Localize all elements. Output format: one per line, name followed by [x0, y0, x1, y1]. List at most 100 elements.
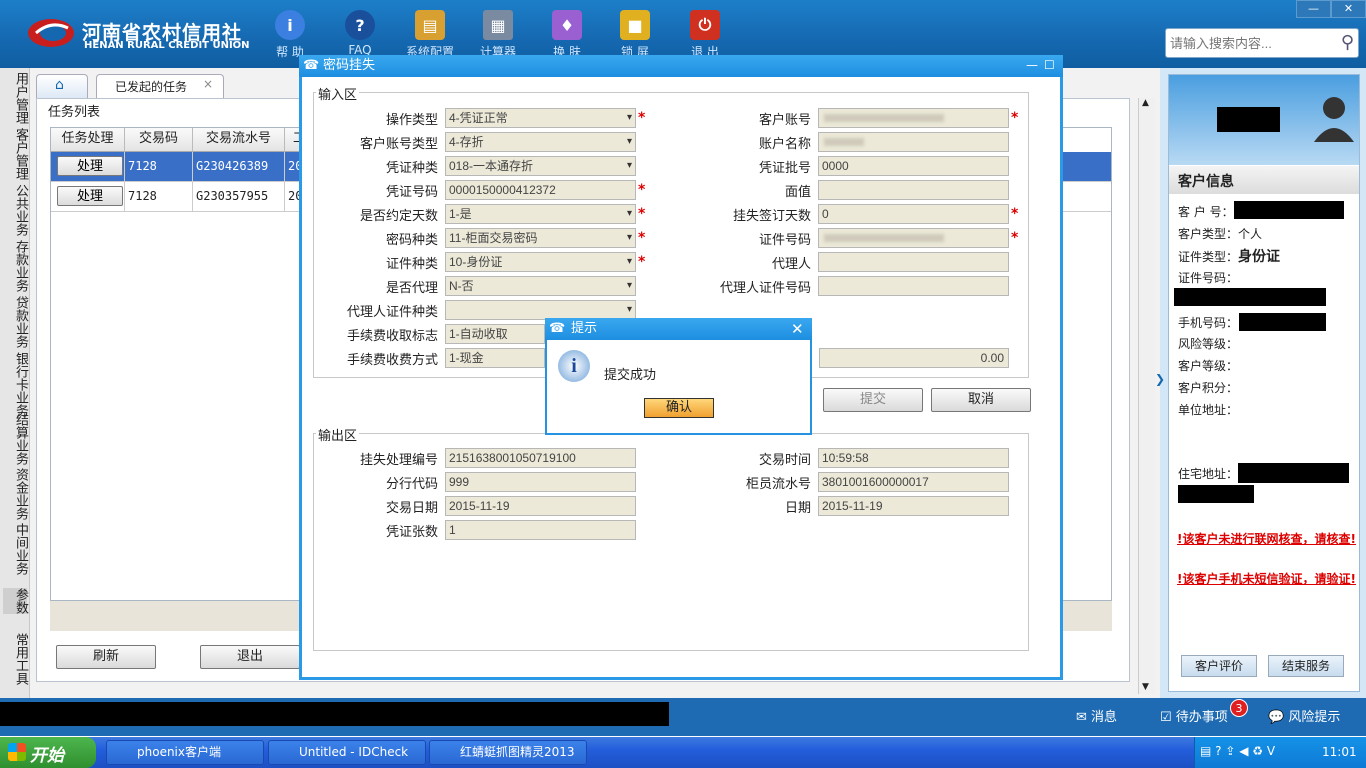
required-marker: *: [638, 206, 646, 222]
nav-deposit[interactable]: 存款业务: [3, 240, 28, 292]
toolbar-faq[interactable]: ? FAQ: [330, 8, 390, 57]
select-field[interactable]: 4-凭证正常: [445, 108, 636, 128]
ok-button[interactable]: 确认: [644, 398, 714, 418]
blurred-value: [824, 114, 944, 122]
logo-subtitle: HENAN RURAL CREDIT UNION: [84, 40, 250, 51]
search-icon[interactable]: ⚲: [1341, 32, 1354, 53]
windows-logo-icon: [8, 743, 26, 761]
tab-close-icon[interactable]: ×: [203, 77, 213, 91]
toolbar-settings[interactable]: ▤ 系统配置: [400, 8, 460, 60]
warning-link-sms[interactable]: !该客户手机未短信验证，请验证!: [1177, 570, 1357, 588]
nav-customer-mgmt[interactable]: 客户管理: [3, 128, 28, 180]
field-label: 挂失签订天数: [732, 209, 811, 224]
lock-icon: ■: [620, 10, 650, 40]
nav-intermediate[interactable]: 中间业务: [3, 523, 28, 575]
tab-initiated-tasks[interactable]: 已发起的任务 ×: [96, 74, 224, 98]
text-field[interactable]: [818, 180, 1009, 200]
tip-title: 提示: [545, 318, 812, 340]
window-controls: — ✕: [1296, 0, 1366, 18]
blurred-value: [824, 138, 864, 146]
exit-button[interactable]: 退出: [200, 645, 300, 669]
output-value: 1: [445, 520, 636, 540]
end-service-button[interactable]: 结束服务: [1268, 655, 1344, 677]
phone-label: 手机号码：: [1178, 316, 1239, 330]
output-legend: 输出区: [316, 425, 360, 444]
blurred-value: [824, 234, 944, 242]
select-field[interactable]: N-否: [445, 276, 636, 296]
refresh-button[interactable]: 刷新: [56, 645, 156, 669]
customer-eval-button[interactable]: 客户评价: [1181, 655, 1257, 677]
taskbar-item-capture[interactable]: 红蜻蜓抓图精灵2013: [429, 740, 587, 765]
nav-card[interactable]: 银行卡业务: [3, 352, 28, 417]
text-field[interactable]: [818, 276, 1009, 296]
redacted-phone: [1239, 313, 1326, 331]
column-header[interactable]: 交易流水号: [193, 128, 285, 152]
scroll-down-icon[interactable]: ▼: [1142, 682, 1149, 692]
text-field[interactable]: 1-现金: [445, 348, 545, 368]
todo-item[interactable]: ☑ 待办事项: [1160, 706, 1228, 725]
redacted-name: [1217, 107, 1280, 132]
toolbar-calculator[interactable]: ▦ 计算器: [468, 8, 528, 60]
toolbar-lock[interactable]: ■ 锁 屏: [605, 8, 665, 60]
nav-fund[interactable]: 资金业务: [3, 468, 28, 520]
taskbar-item-idcheck[interactable]: Untitled - IDCheck: [268, 740, 426, 765]
text-field[interactable]: 0000: [818, 156, 1009, 176]
select-field[interactable]: 10-身份证: [445, 252, 636, 272]
column-header[interactable]: 交易码: [125, 128, 193, 152]
cell-serial: G230426389: [193, 152, 285, 182]
select-field[interactable]: [445, 300, 636, 320]
required-marker: *: [638, 182, 646, 198]
process-button[interactable]: 处理: [57, 186, 123, 206]
scrollbar[interactable]: ▲ ▼: [1138, 98, 1155, 694]
select-field[interactable]: 018-一本通存折: [445, 156, 636, 176]
text-field[interactable]: [818, 252, 1009, 272]
toolbox-icon: ▤: [415, 10, 445, 40]
select-field[interactable]: 1-是: [445, 204, 636, 224]
dialog-minimize-icon[interactable]: —: [1026, 58, 1038, 72]
select-field[interactable]: 11-柜面交易密码: [445, 228, 636, 248]
column-header[interactable]: 任务处理: [51, 128, 125, 152]
toolbar-exit[interactable]: ⏻ 退 出: [675, 8, 735, 60]
toolbar-help[interactable]: i帮 助: [260, 8, 320, 60]
close-icon[interactable]: ✕: [1331, 0, 1366, 18]
left-nav: 用户管理 客户管理 公共业务 存款业务 贷款业务 银行卡业务 结算业务 资金业务…: [0, 68, 30, 698]
text-field[interactable]: 0: [818, 204, 1009, 224]
search-input[interactable]: [1166, 29, 1326, 57]
dialog-maximize-icon[interactable]: ☐: [1044, 58, 1055, 72]
minimize-icon[interactable]: —: [1296, 0, 1331, 18]
home-icon: ⌂: [55, 77, 64, 93]
cancel-button[interactable]: 取消: [931, 388, 1031, 412]
text-field[interactable]: 0000150000412372: [445, 180, 636, 200]
field-label: 手续费收取标志: [346, 329, 438, 344]
nav-tools[interactable]: 常用工具: [3, 633, 28, 685]
fee-amount-field[interactable]: 0.00: [819, 348, 1009, 368]
nav-public[interactable]: 公共业务: [3, 184, 28, 236]
text-field[interactable]: 1-自动收取: [445, 324, 545, 344]
output-label: 挂失处理编号: [359, 453, 438, 468]
field-label: 手续费收费方式: [346, 353, 438, 368]
nav-params[interactable]: 参数: [3, 588, 28, 614]
toolbar-skin[interactable]: ♦ 换 肤: [537, 8, 597, 60]
messages-item[interactable]: ✉ 消息: [1076, 706, 1117, 725]
scroll-up-icon[interactable]: ▲: [1142, 98, 1149, 108]
nav-loan[interactable]: 贷款业务: [3, 296, 28, 348]
warning-link-verify[interactable]: !该客户未进行联网核查，请核查!: [1177, 530, 1357, 548]
select-field[interactable]: 4-存折: [445, 132, 636, 152]
tab-home[interactable]: ⌂: [36, 74, 88, 98]
output-label: 凭证张数: [385, 525, 438, 540]
tip-close-icon[interactable]: ✕: [791, 320, 804, 338]
tray-icons[interactable]: ▤ ? ⇪ ◀ ♻ V: [1200, 744, 1275, 758]
process-button[interactable]: 处理: [57, 156, 123, 176]
submit-button[interactable]: 提交: [823, 388, 923, 412]
app-icon: ☎: [303, 58, 320, 73]
question-icon: ?: [345, 10, 375, 40]
output-label: 日期: [784, 501, 811, 516]
nav-user-mgmt[interactable]: 用户管理: [3, 72, 28, 124]
risk-tip-item[interactable]: 💬 风险提示: [1268, 706, 1340, 725]
panel-collapse-icon[interactable]: ❯: [1155, 372, 1165, 386]
field-label: 密码种类: [385, 233, 438, 248]
nav-settlement[interactable]: 结算业务: [3, 413, 28, 465]
customer-info-title: 客户信息: [1169, 166, 1359, 194]
taskbar-item-phoenix[interactable]: phoenix客户端: [106, 740, 264, 765]
field-label: 是否代理: [385, 281, 438, 296]
